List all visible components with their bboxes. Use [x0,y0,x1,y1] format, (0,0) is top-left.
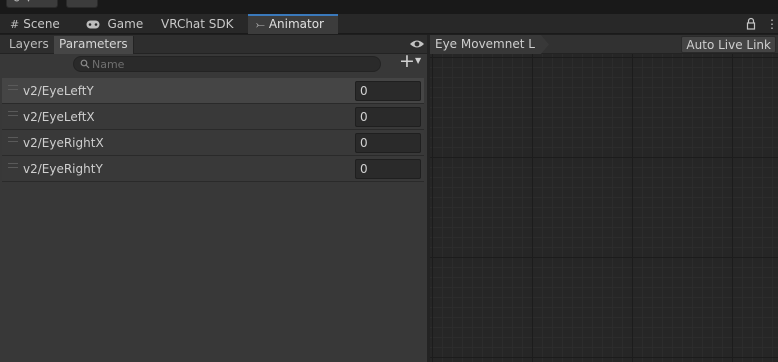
tab-label: Animator [268,17,324,31]
panel-header: Layers Parameters [0,35,427,54]
drag-handle-icon[interactable] [8,85,18,90]
animator-icon: ⤚ [256,18,265,31]
chevron-down-icon: ▼ [415,56,422,65]
play-mode-dropdown[interactable]: ⟳ ▾ [6,0,58,8]
parameter-value-field[interactable]: 0 [355,133,421,153]
parameter-row[interactable]: v2/EyeLeftX 0 [2,104,424,130]
parameter-name: v2/EyeRightY [23,162,103,176]
toolbar-button[interactable] [66,0,98,8]
parameter-name: v2/EyeRightX [23,136,104,150]
lock-icon[interactable] [746,17,756,31]
graph-header: Eye Movemnet L Auto Live Link [430,35,778,54]
drag-handle-icon[interactable] [8,111,18,116]
animator-graph[interactable]: Eye Movemnet L Auto Live Link [430,35,778,362]
parameter-row[interactable]: v2/EyeRightX 0 [2,130,424,156]
parameter-value-field[interactable]: 0 [355,159,421,179]
tab-vrchat-sdk[interactable]: VRChat SDK [156,14,242,34]
search-icon [80,59,90,69]
tab-scene[interactable]: # Scene [6,14,76,34]
add-parameter-button[interactable]: + ▼ [397,50,425,72]
parameter-value-field[interactable]: 0 [355,107,421,127]
tab-layers[interactable]: Layers [4,36,55,54]
breadcrumb[interactable]: Eye Movemnet L [430,35,549,54]
parameters-panel: Layers Parameters + ▼ v2/EyeLeftY 0 v2/E [0,35,427,362]
tab-game[interactable]: Game [84,14,150,34]
drag-handle-icon[interactable] [8,163,18,168]
parameter-value-field[interactable]: 0 [355,81,421,101]
search-input[interactable] [92,57,372,71]
parameter-list: v2/EyeLeftY 0 v2/EyeLeftX 0 v2/EyeRightX… [2,78,424,182]
search-row: + ▼ [0,50,427,78]
drag-handle-icon[interactable] [8,137,18,142]
plus-icon: + [399,50,415,72]
auto-live-link-button[interactable]: Auto Live Link [681,36,776,53]
gamepad-icon [86,18,104,31]
parameter-name: v2/EyeLeftY [23,84,94,98]
search-field[interactable] [73,56,381,72]
more-options-icon[interactable]: ⋮ [766,17,778,31]
refresh-icon: ⟳ ▾ [13,0,31,5]
main-toolbar: ⟳ ▾ [0,0,778,14]
grid-icon: # [10,18,20,31]
tab-parameters[interactable]: Parameters [54,36,134,54]
window-tab-bar: # Scene Game VRChat SDK ⤚ Animator ⋮ [0,14,778,34]
parameter-row[interactable]: v2/EyeRightY 0 [2,156,424,182]
tab-animator[interactable]: ⤚ Animator [248,14,338,34]
eye-icon[interactable] [409,38,425,50]
parameter-name: v2/EyeLeftX [23,110,95,124]
parameter-row[interactable]: v2/EyeLeftY 0 [2,78,424,104]
tab-label: VRChat SDK [161,17,234,31]
tab-label: Game [107,17,144,31]
tab-label: Scene [23,17,60,31]
